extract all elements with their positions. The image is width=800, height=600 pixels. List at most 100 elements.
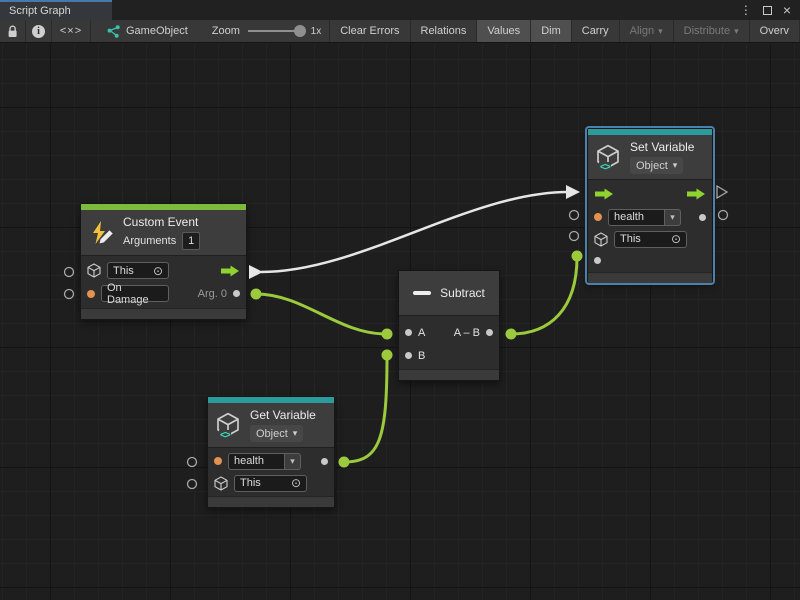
chevron-down-icon: ▾ — [658, 27, 663, 36]
info-button[interactable]: i — [26, 20, 51, 42]
wire-flow-customevent-setvariable[interactable] — [261, 192, 568, 272]
input-b-label: B — [418, 350, 425, 362]
graph-owner[interactable]: GameObject — [105, 20, 188, 42]
scope-value: Object — [636, 160, 668, 172]
input-b-port[interactable] — [405, 352, 412, 359]
variable-name-dropdown[interactable]: health ▾ — [608, 209, 681, 226]
dropdown-button[interactable]: ▾ — [664, 209, 681, 226]
chevron-down-icon: ▾ — [673, 161, 678, 170]
gameobject-type-icon — [214, 476, 228, 491]
window-menu-icon[interactable]: ⋮ — [740, 4, 752, 16]
result-output-port[interactable] — [486, 329, 493, 336]
target-value: This — [620, 233, 641, 245]
clear-errors-button[interactable]: Clear Errors — [329, 20, 410, 42]
event-value-port[interactable] — [87, 290, 95, 298]
relations-button[interactable]: Relations — [411, 20, 478, 42]
tab-title: Script Graph — [9, 5, 71, 17]
zoom-label: Zoom — [212, 20, 240, 42]
chevron-down-icon: ▾ — [734, 27, 739, 36]
flow-input-port[interactable] — [594, 188, 614, 200]
event-name-value: On Damage — [107, 282, 163, 306]
external-flow-port[interactable] — [717, 186, 727, 198]
align-dropdown[interactable]: Align ▾ — [620, 20, 674, 42]
zoom-slider[interactable] — [248, 30, 303, 32]
node-custom-event[interactable]: Custom Event Arguments 1 This ⊙ — [80, 203, 247, 320]
wire-subtract-to-setvariable[interactable] — [511, 257, 577, 334]
zoom-slider-knob[interactable] — [294, 25, 306, 37]
variable-name-dropdown[interactable]: health ▾ — [228, 453, 301, 470]
flow-wire-end-arrow — [566, 185, 580, 199]
node-subtract[interactable]: Subtract A A – B B — [398, 270, 500, 381]
scope-value: Object — [256, 428, 288, 440]
node-set-variable[interactable]: <> Set Variable Object ▾ — [587, 128, 713, 283]
external-port[interactable] — [570, 232, 579, 241]
carry-toggle[interactable]: Carry — [572, 20, 620, 42]
wire-endpoint — [339, 457, 350, 468]
script-graph-window: Script Graph ⋮ × i <×> — [0, 0, 800, 600]
window-controls: ⋮ × — [740, 0, 800, 20]
subtract-header: Subtract — [399, 271, 499, 316]
external-port[interactable] — [65, 268, 74, 277]
flow-output-port[interactable] — [686, 188, 706, 200]
input-a-port[interactable] — [405, 329, 412, 336]
variable-scope-dropdown[interactable]: Object ▾ — [630, 157, 683, 174]
target-picker-icon[interactable]: ⊙ — [153, 265, 163, 277]
output-label: A – B — [454, 327, 480, 339]
wire-endpoint — [382, 350, 393, 361]
maximize-icon[interactable] — [763, 6, 772, 15]
arguments-count-field[interactable]: 1 — [182, 232, 200, 250]
distribute-dropdown[interactable]: Distribute ▾ — [674, 20, 750, 42]
external-port[interactable] — [570, 211, 579, 220]
value-output-port[interactable] — [699, 214, 706, 221]
flow-output-port[interactable] — [220, 265, 240, 277]
event-name-field[interactable]: On Damage — [101, 285, 169, 302]
value-output-port[interactable] — [321, 458, 328, 465]
subtract-icon — [413, 291, 431, 295]
wire-endpoint — [572, 251, 583, 262]
arg0-output-port[interactable] — [233, 290, 240, 297]
node-footer — [588, 272, 712, 283]
variable-scope-dropdown[interactable]: Object ▾ — [250, 425, 303, 442]
target-field[interactable]: This ⊙ — [614, 231, 687, 248]
node-get-variable[interactable]: <> Get Variable Object ▾ health ▾ — [207, 396, 335, 508]
overview-button[interactable]: Overv — [750, 20, 800, 42]
node-footer — [81, 308, 246, 319]
external-port[interactable] — [188, 480, 197, 489]
target-picker-icon[interactable]: ⊙ — [291, 477, 301, 489]
target-field[interactable]: This ⊙ — [107, 262, 169, 279]
values-toggle[interactable]: Values — [477, 20, 531, 42]
flow-wire-start-arrow — [249, 265, 263, 279]
chevron-down-icon: ▾ — [293, 429, 298, 438]
external-port[interactable] — [719, 211, 728, 220]
dim-toggle[interactable]: Dim — [531, 20, 572, 42]
info-icon: i — [32, 25, 45, 38]
value-input-port[interactable] — [594, 257, 601, 264]
lock-button[interactable] — [0, 20, 25, 42]
graph-canvas[interactable]: Custom Event Arguments 1 This ⊙ — [0, 44, 800, 600]
set-variable-header: <> Set Variable Object ▾ — [588, 135, 712, 180]
tab-bar: Script Graph ⋮ × — [0, 0, 800, 20]
external-port[interactable] — [188, 458, 197, 467]
code-icon: <×> — [60, 25, 82, 37]
tab-script-graph[interactable]: Script Graph — [0, 0, 112, 20]
chevron-down-icon: ▾ — [290, 457, 295, 466]
dropdown-button[interactable]: ▾ — [284, 453, 301, 470]
wire-arg0-to-subtract-a[interactable] — [256, 294, 386, 334]
variable-name-port[interactable] — [594, 213, 602, 221]
external-port[interactable] — [65, 290, 74, 299]
node-footer — [399, 369, 499, 380]
node-title: Subtract — [440, 286, 485, 300]
edit-graph-button[interactable]: <×> — [52, 20, 90, 42]
lock-icon — [7, 25, 18, 38]
variable-name-value: health — [608, 209, 664, 226]
align-label: Align — [630, 25, 654, 37]
wire-getvariable-to-subtract-b[interactable] — [344, 356, 387, 462]
wire-endpoint — [382, 329, 393, 340]
target-value: This — [113, 265, 134, 277]
variable-cube-icon: <> — [596, 144, 622, 170]
target-field[interactable]: This ⊙ — [234, 475, 307, 492]
target-picker-icon[interactable]: ⊙ — [671, 233, 681, 245]
variable-name-port[interactable] — [214, 457, 222, 465]
close-icon[interactable]: × — [783, 3, 791, 17]
get-variable-header: <> Get Variable Object ▾ — [208, 403, 334, 448]
